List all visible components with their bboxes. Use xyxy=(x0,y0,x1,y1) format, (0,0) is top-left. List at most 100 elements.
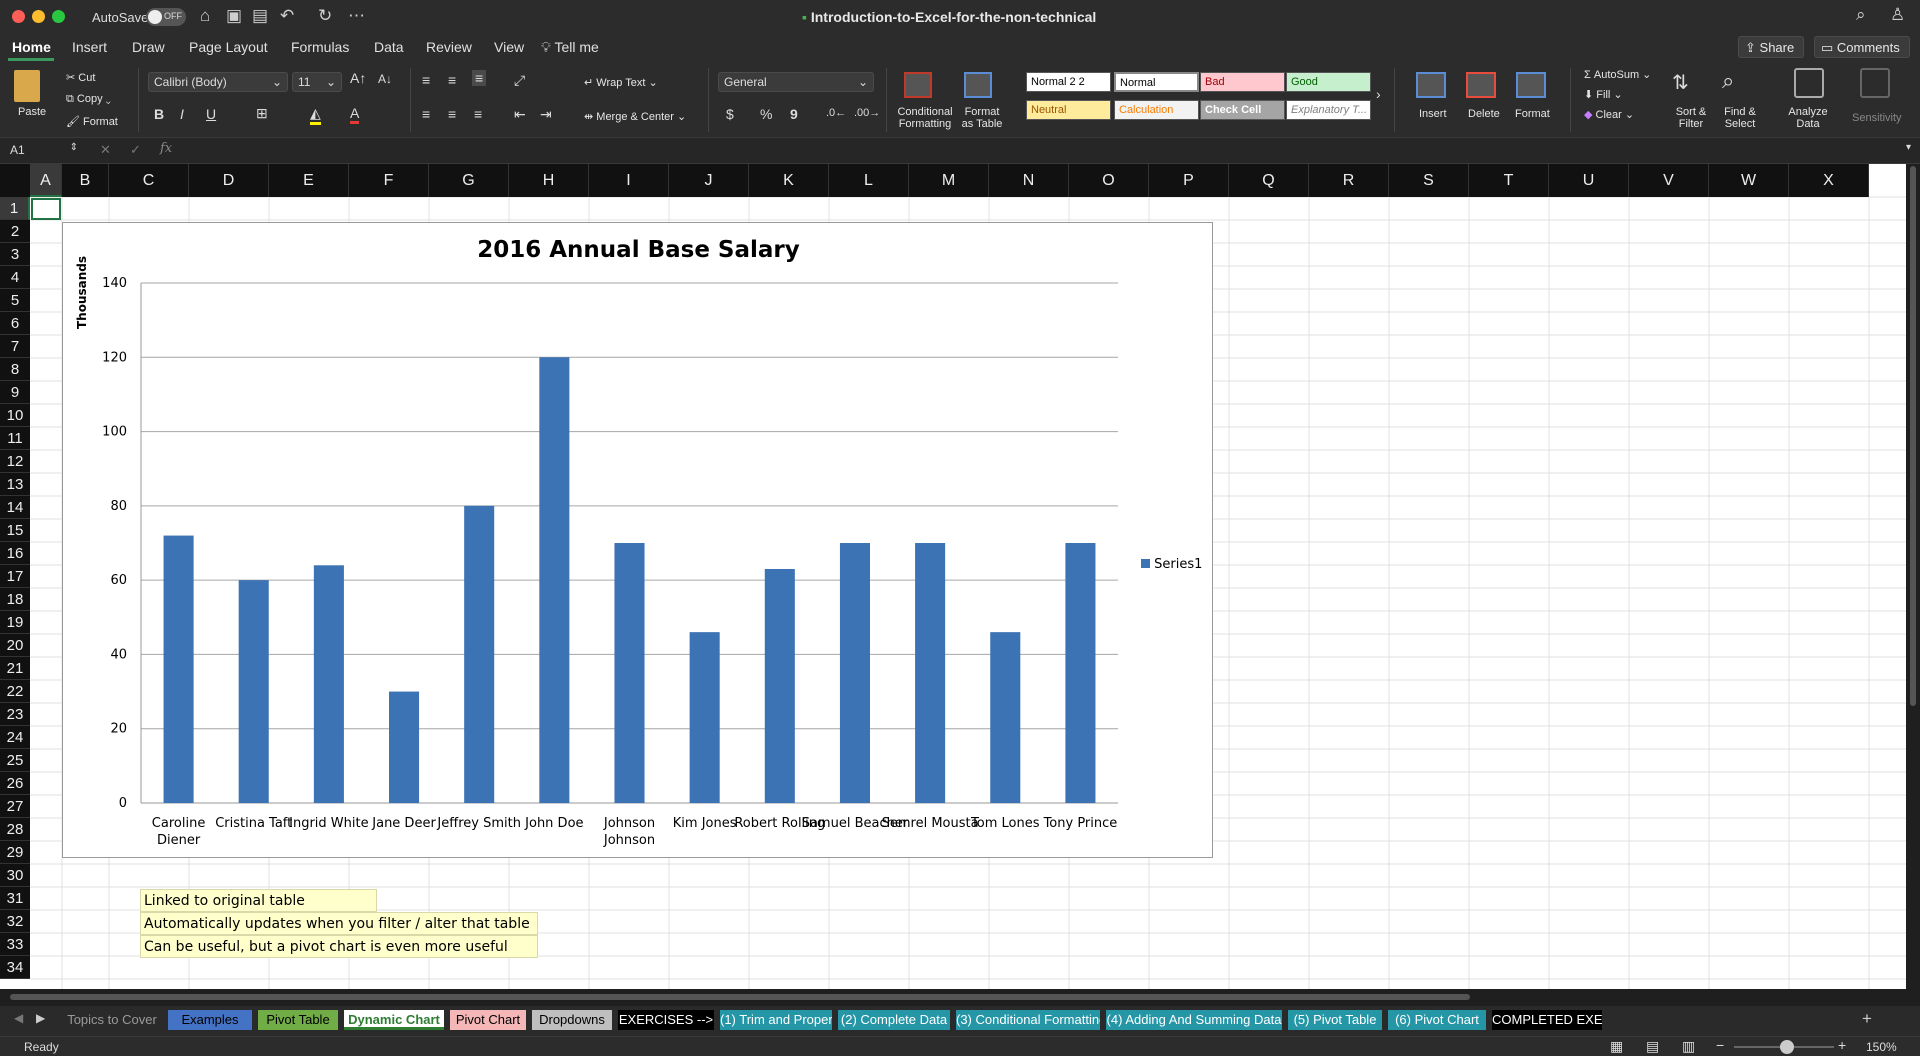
row-header-31[interactable]: 31 xyxy=(0,887,30,910)
style-check-cell[interactable]: Check Cell xyxy=(1200,100,1285,120)
sheet-tab[interactable]: Dropdowns xyxy=(532,1010,612,1030)
sheet-tab[interactable]: EXERCISES --> xyxy=(618,1010,714,1030)
row-header-21[interactable]: 21 xyxy=(0,657,30,680)
merge-center-button[interactable]: ⇹ Merge & Center ⌄ xyxy=(584,110,686,123)
share-button[interactable]: ⇪ Share xyxy=(1738,36,1804,58)
account-icon[interactable]: ♙ xyxy=(1890,5,1905,25)
font-color-icon[interactable]: A xyxy=(350,105,360,124)
sheet-tab[interactable]: (6) Pivot Chart xyxy=(1388,1010,1486,1030)
format-cells-icon[interactable] xyxy=(1516,72,1546,98)
column-header-I[interactable]: I xyxy=(589,164,669,197)
decrease-decimal-icon[interactable]: .00→ xyxy=(854,107,880,119)
tab-home[interactable]: Home xyxy=(12,39,51,55)
align-top-icon[interactable]: ≡ xyxy=(422,72,430,88)
active-cell[interactable] xyxy=(31,198,61,220)
row-header-30[interactable]: 30 xyxy=(0,864,30,887)
row-header-5[interactable]: 5 xyxy=(0,289,30,312)
analyze-data-button[interactable]: Analyze Data xyxy=(1786,106,1830,130)
tab-draw[interactable]: Draw xyxy=(132,39,165,55)
sheet-tab[interactable]: Pivot Chart xyxy=(450,1010,526,1030)
zoom-slider-thumb[interactable] xyxy=(1780,1040,1794,1054)
format-as-table-button[interactable]: Format as Table xyxy=(958,106,1006,130)
comma-button[interactable]: 9 xyxy=(790,106,798,122)
italic-button[interactable]: I xyxy=(180,106,184,122)
paste-icon[interactable] xyxy=(14,70,40,102)
style-normal-2-2[interactable]: Normal 2 2 xyxy=(1026,72,1111,92)
style-neutral[interactable]: Neutral xyxy=(1026,100,1111,120)
column-header-D[interactable]: D xyxy=(189,164,269,197)
zoom-window-button[interactable] xyxy=(52,10,65,23)
row-header-4[interactable]: 4 xyxy=(0,266,30,289)
tab-insert[interactable]: Insert xyxy=(72,39,107,55)
style-normal[interactable]: Normal xyxy=(1114,72,1199,92)
row-header-6[interactable]: 6 xyxy=(0,312,30,335)
format-as-table-icon[interactable] xyxy=(964,72,992,98)
column-header-F[interactable]: F xyxy=(349,164,429,197)
font-size-select[interactable]: 11 ⌄ xyxy=(292,72,342,92)
insert-function-button[interactable]: fx xyxy=(160,141,172,156)
align-bottom-icon[interactable]: ≡ xyxy=(472,70,487,86)
row-header-2[interactable]: 2 xyxy=(0,220,30,243)
row-header-32[interactable]: 32 xyxy=(0,910,30,933)
column-header-T[interactable]: T xyxy=(1469,164,1549,197)
next-sheet-icon[interactable]: ▶ xyxy=(36,1011,45,1025)
prev-sheet-icon[interactable]: ◀ xyxy=(14,1011,23,1025)
sheet-tab[interactable]: (2) Complete Data xyxy=(838,1010,950,1030)
sheet-tab[interactable]: Pivot Table xyxy=(258,1010,338,1030)
align-right-icon[interactable]: ≡ xyxy=(474,106,482,122)
save-icon[interactable]: ▣ xyxy=(226,6,242,26)
horizontal-scroll-thumb[interactable] xyxy=(10,994,1470,1000)
row-header-34[interactable]: 34 xyxy=(0,956,30,979)
sort-filter-icon[interactable]: ⇅ xyxy=(1672,70,1689,95)
align-middle-icon[interactable]: ≡ xyxy=(448,72,456,88)
fill-button[interactable]: ⬇ Fill ⌄ xyxy=(1584,88,1623,101)
copy-button[interactable]: ⧉ Copy ⌄ xyxy=(66,93,111,106)
increase-indent-icon[interactable]: ⇥ xyxy=(540,106,552,123)
vertical-scroll-thumb[interactable] xyxy=(1910,166,1916,706)
font-name-select[interactable]: Calibri (Body) ⌄ xyxy=(148,72,288,92)
style-good[interactable]: Good xyxy=(1286,72,1371,92)
conditional-formatting-icon[interactable] xyxy=(904,72,932,98)
clear-button[interactable]: ◆ Clear ⌄ xyxy=(1584,108,1634,121)
column-header-H[interactable]: H xyxy=(509,164,589,197)
column-header-W[interactable]: W xyxy=(1709,164,1789,197)
horizontal-scrollbar[interactable] xyxy=(0,989,1920,1006)
sheet-tab[interactable]: (1) Trim and Proper xyxy=(720,1010,832,1030)
style-bad[interactable]: Bad xyxy=(1200,72,1285,92)
column-header-K[interactable]: K xyxy=(749,164,829,197)
column-header-J[interactable]: J xyxy=(669,164,749,197)
row-header-33[interactable]: 33 xyxy=(0,933,30,956)
format-cells-button[interactable]: Format xyxy=(1515,108,1550,120)
column-header-X[interactable]: X xyxy=(1789,164,1869,197)
find-select-button[interactable]: Find & Select xyxy=(1720,106,1760,130)
decrease-indent-icon[interactable]: ⇤ xyxy=(514,106,526,123)
worksheet-grid[interactable]: ABCDEFGHIJKLMNOPQRSTUVWX 1 2 3 4 5 6 7 8 9 10 11 12… xyxy=(0,164,1906,989)
tab-page-layout[interactable]: Page Layout xyxy=(189,39,268,55)
row-header-15[interactable]: 15 xyxy=(0,519,30,542)
sheet-tab[interactable]: COMPLETED EXER xyxy=(1492,1010,1602,1030)
row-header-13[interactable]: 13 xyxy=(0,473,30,496)
column-header-C[interactable]: C xyxy=(109,164,189,197)
find-select-icon[interactable]: ⌕ xyxy=(1722,68,1734,94)
align-left-icon[interactable]: ≡ xyxy=(422,106,430,122)
tab-formulas[interactable]: Formulas xyxy=(291,39,349,55)
column-header-B[interactable]: B xyxy=(62,164,109,197)
row-header-23[interactable]: 23 xyxy=(0,703,30,726)
column-header-L[interactable]: L xyxy=(829,164,909,197)
insert-cells-icon[interactable] xyxy=(1416,72,1446,98)
note-cell-1[interactable]: Linked to original table xyxy=(140,889,377,912)
bold-button[interactable]: B xyxy=(154,106,164,122)
currency-button[interactable]: $ xyxy=(726,106,734,122)
row-header-29[interactable]: 29 xyxy=(0,841,30,864)
decrease-font-icon[interactable]: A↓ xyxy=(378,72,392,86)
sheet-tab[interactable]: Examples xyxy=(168,1010,252,1030)
page-break-view-icon[interactable]: ▥ xyxy=(1682,1038,1695,1055)
number-format-select[interactable]: General ⌄ xyxy=(718,72,874,92)
row-header-17[interactable]: 17 xyxy=(0,565,30,588)
column-header-N[interactable]: N xyxy=(989,164,1069,197)
percent-button[interactable]: % xyxy=(760,106,772,122)
tab-review[interactable]: Review xyxy=(426,39,472,55)
row-header-7[interactable]: 7 xyxy=(0,335,30,358)
sheet-tab[interactable]: Topics to Cover xyxy=(62,1010,162,1030)
column-header-P[interactable]: P xyxy=(1149,164,1229,197)
